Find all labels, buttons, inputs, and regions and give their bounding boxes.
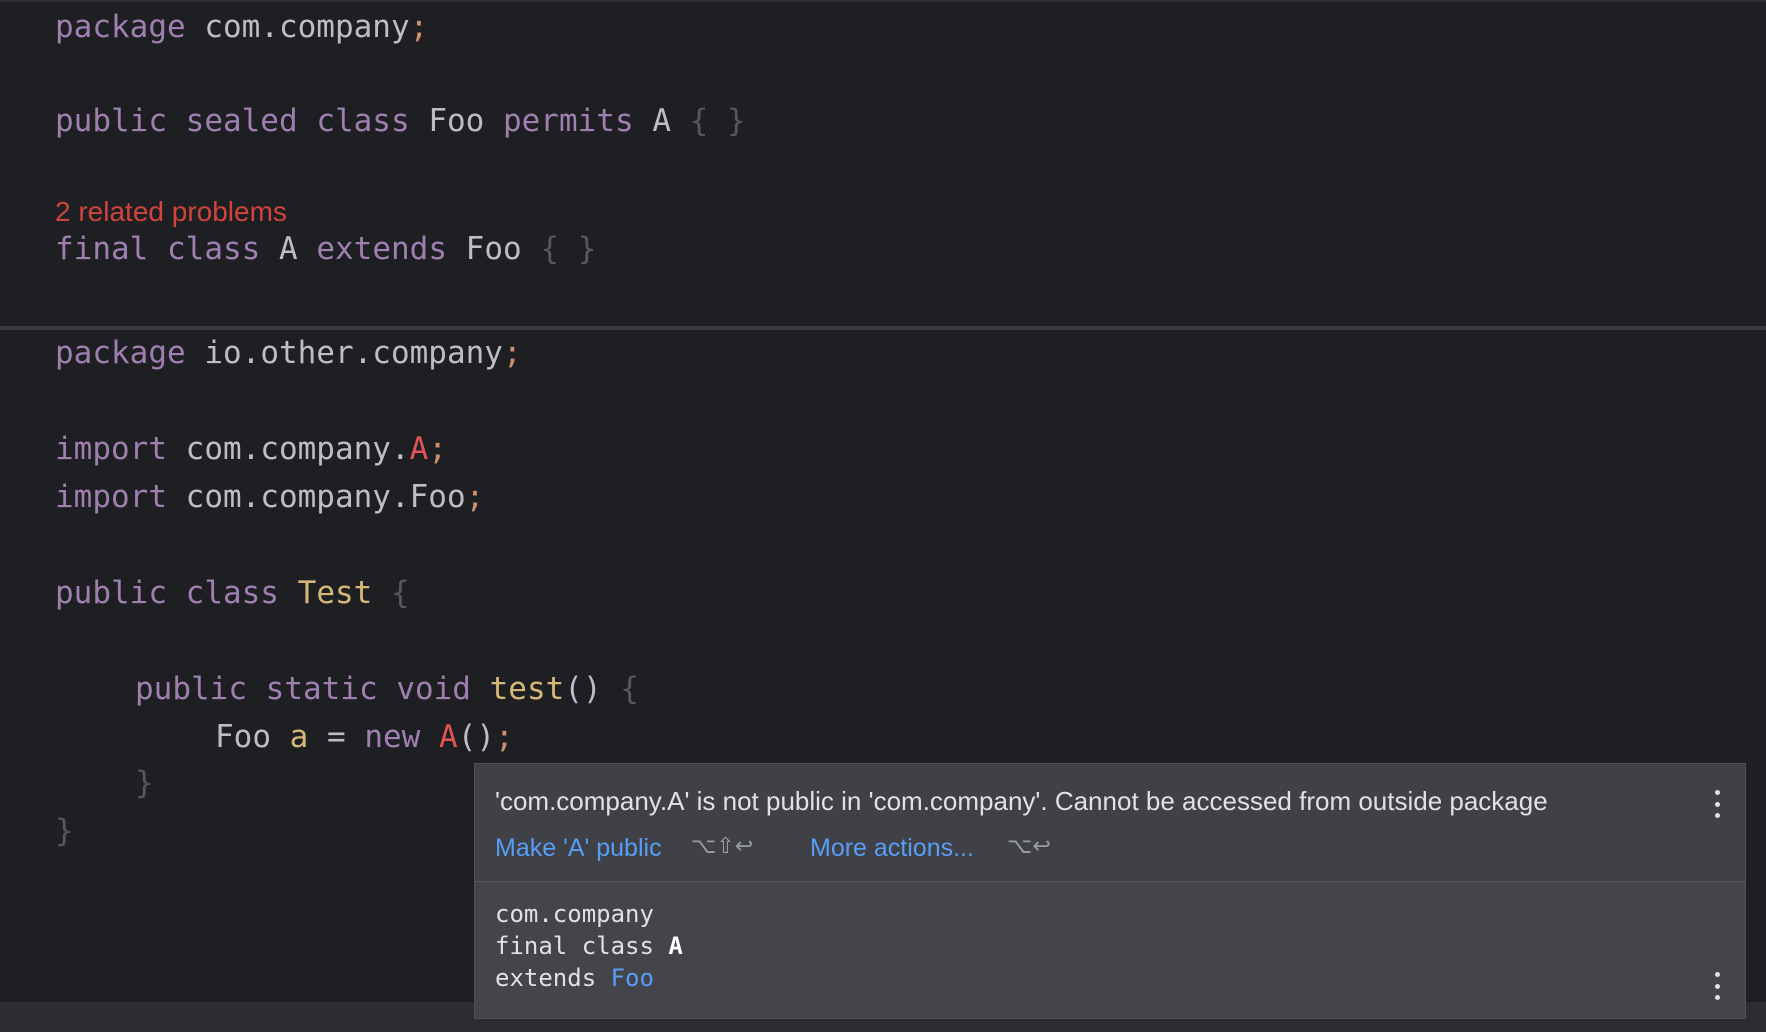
keyword: package	[55, 335, 186, 371]
doc-declaration-prefix: final class	[495, 932, 669, 960]
keyword: import	[55, 479, 167, 515]
keyword: package	[55, 9, 186, 45]
code-line[interactable]: public class Test {	[55, 572, 410, 614]
make-public-action[interactable]: Make 'A' public	[495, 834, 662, 863]
package-name: com.company	[204, 9, 410, 45]
code-line[interactable]: public static void test() {	[135, 668, 639, 710]
package-name: io.other.company	[204, 335, 503, 371]
code-line[interactable]: package io.other.company;	[55, 332, 522, 374]
method-name: test	[489, 671, 565, 707]
type-name: Foo	[215, 719, 271, 755]
keyword: permits	[502, 103, 634, 139]
doc-extends: extends Foo	[495, 962, 683, 994]
code-line[interactable]: import com.company.A;	[55, 428, 447, 470]
keyword: class	[185, 575, 279, 611]
error-message: 'com.company.A' is not public in 'com.co…	[495, 786, 1548, 816]
keyword: final	[55, 231, 149, 267]
brace: }	[55, 813, 74, 849]
import-path: com.company.Foo	[185, 479, 466, 515]
doc-extends-prefix: extends	[495, 964, 611, 992]
code-line[interactable]: import com.company.Foo;	[55, 476, 484, 518]
code-line[interactable]: final class A extends Foo { }	[55, 228, 596, 270]
keyword: sealed	[185, 103, 298, 139]
class-name: A	[652, 103, 671, 139]
brace: }	[135, 765, 154, 801]
brace: {	[390, 575, 410, 611]
more-actions-shortcut: ⌥↩	[1007, 834, 1051, 859]
doc-package: com.company	[495, 900, 654, 928]
import-path: com.company.	[185, 431, 410, 467]
parens: ()	[564, 671, 602, 707]
popup-header: 'com.company.A' is not public in 'com.co…	[475, 764, 1745, 882]
braces: { }	[689, 103, 746, 139]
semicolon: ;	[409, 9, 429, 45]
code-line[interactable]: Foo a = new A();	[215, 716, 514, 758]
class-name: A	[279, 231, 298, 267]
doc-extends-link[interactable]: Foo	[611, 964, 654, 992]
error-class-ref[interactable]: A	[410, 431, 429, 467]
braces: { }	[540, 231, 597, 267]
operator: =	[327, 719, 346, 755]
code-line[interactable]: package com.company;	[55, 6, 428, 48]
doc-declaration: final class A	[495, 930, 683, 962]
code-line[interactable]: }	[55, 810, 74, 852]
keyword: void	[396, 671, 471, 707]
variable-name: a	[289, 719, 309, 755]
make-public-shortcut: ⌥⇧↩	[691, 834, 754, 859]
semicolon: ;	[465, 479, 485, 515]
keyword: public	[55, 575, 167, 611]
semicolon: ;	[495, 719, 514, 755]
doc-class-name: A	[668, 932, 683, 960]
keyword: extends	[316, 231, 447, 267]
error-class-ref[interactable]: A	[439, 719, 458, 755]
class-name: Test	[297, 575, 373, 611]
class-name: Foo	[428, 103, 485, 139]
more-options-icon[interactable]	[1713, 972, 1721, 1000]
keyword: public	[135, 671, 247, 707]
semicolon: ;	[428, 431, 447, 467]
popup-documentation: com.company final class A extends Foo	[495, 898, 683, 994]
brace: {	[620, 671, 639, 707]
code-line[interactable]: public sealed class Foo permits A { }	[55, 100, 746, 142]
keyword: import	[55, 431, 167, 467]
editor-pane-top[interactable]: package com.company; public sealed class…	[0, 0, 1766, 328]
more-actions-link[interactable]: More actions...	[810, 834, 974, 863]
more-options-icon[interactable]	[1713, 790, 1721, 818]
error-tooltip-popup[interactable]: 'com.company.A' is not public in 'com.co…	[474, 763, 1746, 1019]
code-line[interactable]: }	[135, 762, 154, 804]
keyword: static	[265, 671, 378, 707]
keyword: class	[316, 103, 410, 139]
keyword: new	[364, 719, 421, 755]
parens: ()	[457, 719, 496, 755]
related-problems-link[interactable]: 2 related problems	[55, 194, 287, 230]
semicolon: ;	[502, 335, 522, 371]
keyword: class	[167, 231, 261, 267]
keyword: public	[55, 103, 167, 139]
class-name: Foo	[465, 231, 522, 267]
